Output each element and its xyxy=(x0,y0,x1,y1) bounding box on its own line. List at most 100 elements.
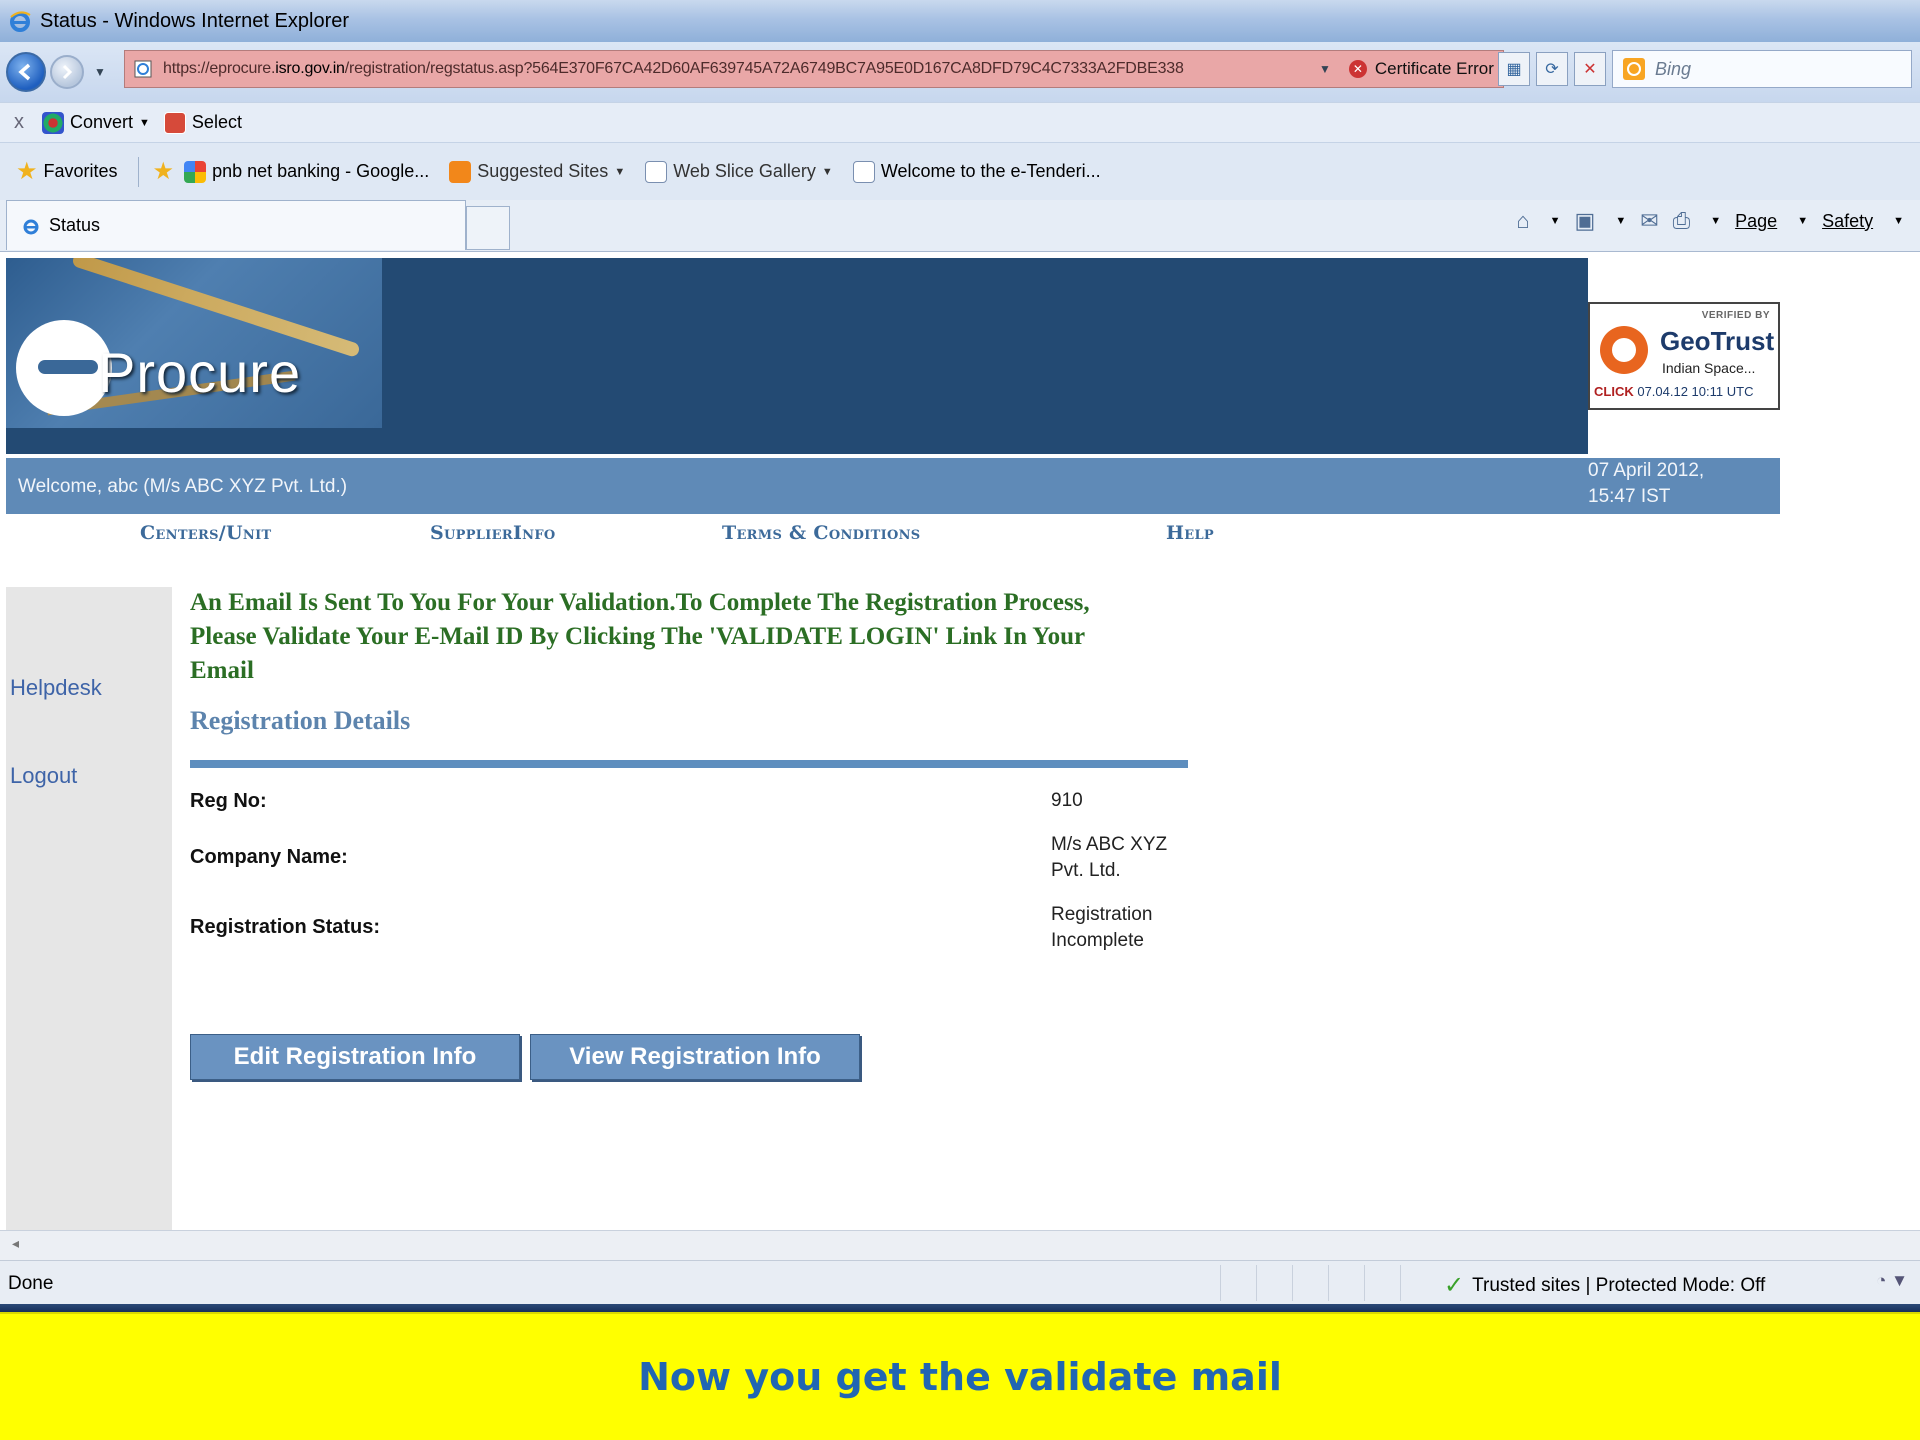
page-icon xyxy=(134,60,152,78)
url-text: https://eprocure.isro.gov.in/registratio… xyxy=(163,60,1313,78)
site-banner: Procure xyxy=(6,258,1588,454)
edit-registration-button[interactable]: Edit Registration Info xyxy=(190,1034,520,1080)
welcome-text: Welcome, abc (M/s ABC XYZ Pvt. Ltd.) xyxy=(18,476,348,497)
favorites-bar: ★ Favorites ★ pnb net banking - Google..… xyxy=(0,142,1920,200)
favorite-suggested-sites[interactable]: Suggested Sites ▼ xyxy=(449,160,626,183)
geotrust-brand: GeoTrust xyxy=(1660,326,1775,356)
view-registration-button[interactable]: View Registration Info xyxy=(530,1034,860,1080)
status-cells xyxy=(1220,1265,1436,1301)
dropdown-icon: ▼ xyxy=(614,165,626,178)
trusted-check-icon: ✓ xyxy=(1444,1272,1465,1299)
tab-title: Status xyxy=(49,215,101,235)
bing-icon xyxy=(1623,58,1645,80)
current-date: 07 April 2012, xyxy=(1588,460,1705,481)
menu-terms-conditions[interactable]: Terms & Conditions xyxy=(722,522,920,544)
refresh-button[interactable]: ⟳ xyxy=(1536,52,1568,86)
certificate-error-button[interactable]: ✕ Certificate Error xyxy=(1348,59,1494,79)
geotrust-icon xyxy=(1600,326,1648,374)
feeds-dropdown-icon[interactable]: ▼ xyxy=(1615,215,1626,227)
taskbar-strip xyxy=(0,1304,1920,1312)
print-dropdown-icon[interactable]: ▼ xyxy=(1710,215,1721,227)
date-time: 07 April 2012, 15:47 IST xyxy=(1588,458,1778,510)
validation-message: An Email Is Sent To You For Your Validat… xyxy=(190,589,1090,684)
favorite-pnb[interactable]: pnb net banking - Google... xyxy=(184,160,429,183)
window-titlebar: Status - Windows Internet Explorer xyxy=(0,0,1920,42)
window-title: Status - Windows Internet Explorer xyxy=(40,9,350,32)
toolbar-row: x Convert ▼ Select xyxy=(0,102,1920,142)
feeds-icon[interactable]: ▣ xyxy=(1575,208,1596,234)
back-button[interactable] xyxy=(6,52,46,92)
add-favorite-icon[interactable]: ★ xyxy=(153,157,175,186)
favorite-label: Web Slice Gallery xyxy=(673,161,816,181)
url-prefix: https://eprocure. xyxy=(163,60,276,77)
menu-centers-unit[interactable]: Centers/Unit xyxy=(140,522,271,544)
stop-icon: ✕ xyxy=(1583,61,1597,78)
certificate-error-label: Certificate Error xyxy=(1374,59,1494,78)
select-button[interactable]: Select xyxy=(163,111,242,134)
favorites-label: Favorites xyxy=(43,161,118,181)
eprocure-logo[interactable]: Procure xyxy=(6,258,382,428)
logout-link[interactable]: Logout xyxy=(10,763,77,789)
page-content: Procure VERIFIED BY GeoTrust Indian Spac… xyxy=(0,252,1920,1230)
geotrust-org: Indian Space... xyxy=(1662,360,1756,376)
new-tab-button[interactable] xyxy=(466,206,510,250)
search-placeholder: Bing xyxy=(1655,58,1692,79)
certificate-error-icon: ✕ xyxy=(1348,60,1367,78)
dropdown-icon: ▼ xyxy=(821,165,833,178)
zoom-level-icon[interactable]: ◔ ▼ xyxy=(1876,1271,1908,1291)
menu-supplier-info[interactable]: SupplierInfo xyxy=(430,522,555,544)
geotrust-seal[interactable]: VERIFIED BY GeoTrust Indian Space... CLI… xyxy=(1588,302,1780,410)
tab-row: Status ⌂ ▼ ▣ ▼ ✉ ⎙ ▼ Page ▼ Safety ▼ xyxy=(0,200,1920,252)
separator xyxy=(137,156,139,187)
scroll-left-icon[interactable]: ◂ xyxy=(12,1235,19,1252)
page-dropdown-icon[interactable]: ▼ xyxy=(1797,215,1808,227)
geotrust-verified-label: VERIFIED BY xyxy=(1701,310,1770,321)
address-dropdown-icon[interactable]: ▼ xyxy=(1319,62,1331,76)
geotrust-timestamp: 07.04.12 10:11 UTC xyxy=(1637,384,1754,399)
stop-button[interactable]: ✕ xyxy=(1574,52,1606,86)
registration-details-heading: Registration Details xyxy=(190,706,411,735)
tab-ie-icon xyxy=(23,219,39,234)
favorites-button[interactable]: ★ Favorites xyxy=(16,157,118,186)
close-toolbar-icon[interactable]: x xyxy=(14,111,24,134)
safety-menu[interactable]: Safety xyxy=(1822,211,1873,232)
menu-help[interactable]: Help xyxy=(1166,522,1214,544)
compatibility-icon: ▦ xyxy=(1506,61,1522,78)
home-dropdown-icon[interactable]: ▼ xyxy=(1550,215,1561,227)
welcome-bar: Welcome, abc (M/s ABC XYZ Pvt. Ltd.) 07 … xyxy=(6,458,1780,514)
status-text: Done xyxy=(8,1273,54,1294)
compatibility-view-button[interactable]: ▦ xyxy=(1498,52,1530,86)
favorite-e-tendering[interactable]: Welcome to the e-Tenderi... xyxy=(852,160,1101,183)
convert-icon xyxy=(42,111,64,134)
company-name-line: M/s ABC XYZ xyxy=(1051,834,1168,855)
search-box[interactable]: Bing xyxy=(1612,50,1912,88)
convert-label: Convert xyxy=(70,112,134,132)
company-name-label: Company Name: xyxy=(190,846,348,868)
url-path: /registration/regstatus.asp?564E370F67CA… xyxy=(344,60,1184,77)
print-icon[interactable]: ⎙ xyxy=(1673,208,1691,234)
geotrust-click-label: CLICK xyxy=(1594,384,1634,399)
read-mail-icon[interactable]: ✉ xyxy=(1640,208,1658,234)
recent-pages-dropdown-icon[interactable]: ▼ xyxy=(94,65,106,79)
address-bar[interactable]: https://eprocure.isro.gov.in/registratio… xyxy=(124,50,1504,88)
logo-text: Procure xyxy=(98,341,302,404)
security-zone[interactable]: ✓ Trusted sites | Protected Mode: Off xyxy=(1444,1271,1765,1300)
favorite-web-slice-gallery[interactable]: Web Slice Gallery ▼ xyxy=(645,160,833,183)
suggested-sites-icon xyxy=(449,160,472,183)
convert-button[interactable]: Convert ▼ xyxy=(42,111,150,134)
web-slice-icon xyxy=(645,160,668,183)
google-icon xyxy=(184,160,207,183)
safety-dropdown-icon[interactable]: ▼ xyxy=(1893,215,1904,227)
url-domain: isro.gov.in xyxy=(275,60,345,77)
forward-arrow-icon xyxy=(62,64,73,80)
registration-status-value: Registration Incomplete xyxy=(1051,902,1152,954)
forward-button[interactable] xyxy=(50,55,84,89)
helpdesk-link[interactable]: Helpdesk xyxy=(10,675,102,701)
tab-status[interactable]: Status xyxy=(6,200,466,250)
ie-page-icon xyxy=(852,160,875,183)
page-menu[interactable]: Page xyxy=(1735,211,1777,232)
convert-dropdown-icon[interactable]: ▼ xyxy=(139,117,150,129)
horizontal-scrollbar[interactable]: ◂ xyxy=(0,1230,1920,1260)
status-line: Registration xyxy=(1051,904,1153,925)
home-icon[interactable]: ⌂ xyxy=(1516,208,1529,234)
